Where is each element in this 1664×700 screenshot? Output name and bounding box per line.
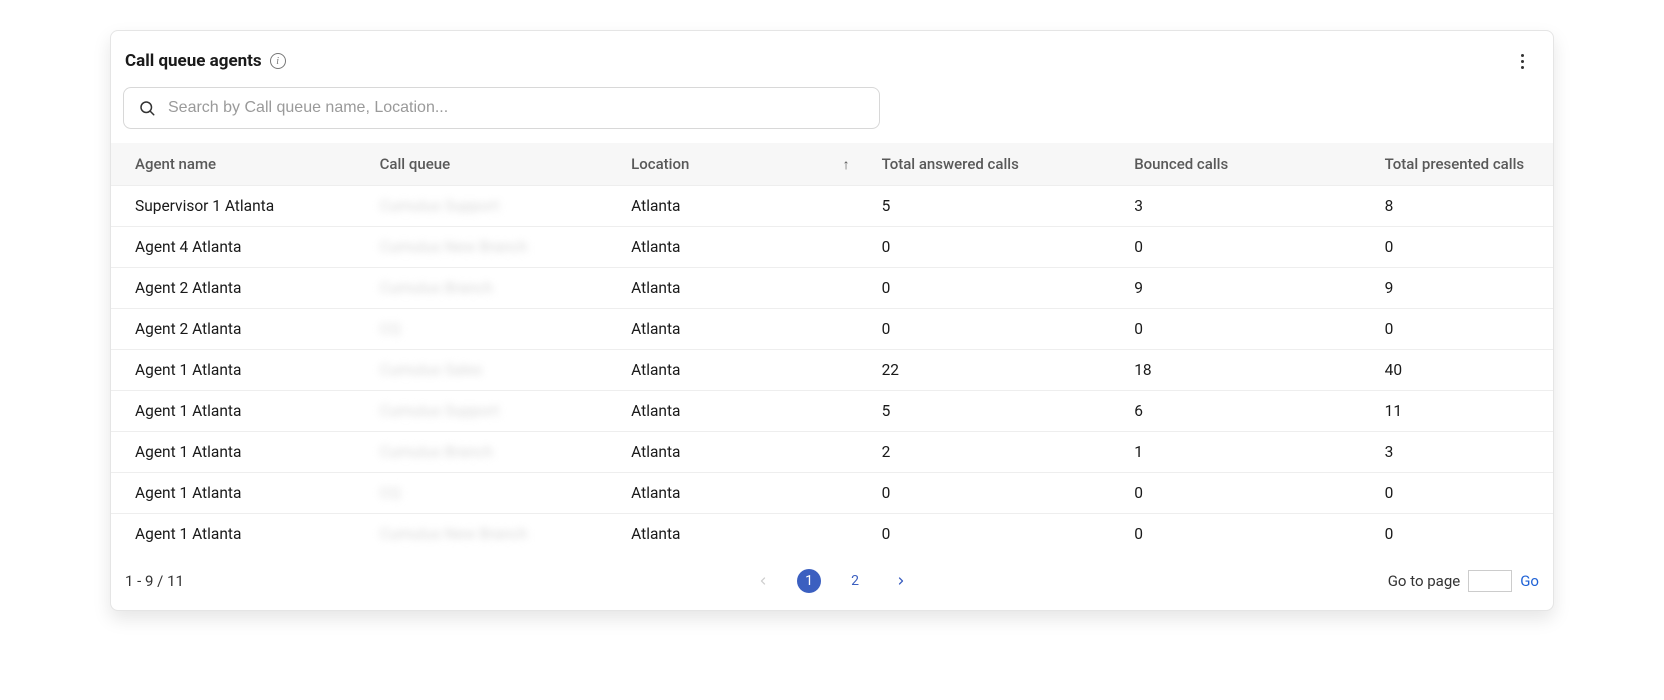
table-row[interactable]: Agent 1 AtlantaCumulus SupportAtlanta561… — [111, 391, 1553, 432]
cell-agent: Agent 1 Atlanta — [111, 350, 364, 391]
column-header-queue[interactable]: Call queue — [364, 143, 616, 186]
table-row[interactable]: Agent 1 AtlantaCumulus New BranchAtlanta… — [111, 514, 1553, 555]
table-header: Agent name Call queue Location ↑ Total a… — [111, 143, 1553, 186]
cell-answered: 0 — [866, 473, 1119, 514]
cell-bounced: 9 — [1118, 268, 1368, 309]
cell-queue: Cumulus Sales — [364, 350, 616, 391]
table-row[interactable]: Supervisor 1 AtlantaCumulus SupportAtlan… — [111, 186, 1553, 227]
cell-location: Atlanta — [615, 186, 865, 227]
cell-presented: 0 — [1369, 309, 1553, 350]
more-options-button[interactable] — [1515, 49, 1539, 73]
search-icon — [138, 99, 156, 117]
cell-agent: Supervisor 1 Atlanta — [111, 186, 364, 227]
goto-input[interactable] — [1468, 570, 1512, 592]
chevron-left-icon — [757, 575, 769, 587]
cell-agent: Agent 2 Atlanta — [111, 309, 364, 350]
cell-presented: 3 — [1369, 432, 1553, 473]
chevron-right-icon — [895, 575, 907, 587]
cell-agent: Agent 2 Atlanta — [111, 268, 364, 309]
cell-agent: Agent 4 Atlanta — [111, 227, 364, 268]
cell-agent: Agent 1 Atlanta — [111, 473, 364, 514]
cell-answered: 5 — [866, 186, 1119, 227]
cell-presented: 11 — [1369, 391, 1553, 432]
search-box[interactable] — [123, 87, 880, 129]
next-page-button[interactable] — [889, 569, 913, 593]
cell-answered: 0 — [866, 227, 1119, 268]
pagination-range: 1 - 9 / 11 — [125, 572, 184, 590]
title-wrap: Call queue agents i — [125, 51, 286, 71]
goto-button[interactable]: Go — [1520, 572, 1539, 590]
info-icon[interactable]: i — [270, 53, 286, 69]
cell-presented: 9 — [1369, 268, 1553, 309]
pager: 12 — [751, 569, 913, 593]
cell-location: Atlanta — [615, 309, 865, 350]
sort-asc-icon: ↑ — [843, 156, 850, 173]
table-row[interactable]: Agent 1 AtlantaCQAtlanta000 — [111, 473, 1553, 514]
table-row[interactable]: Agent 2 AtlantaCQAtlanta000 — [111, 309, 1553, 350]
cell-queue: Cumulus Support — [364, 391, 616, 432]
cell-presented: 0 — [1369, 227, 1553, 268]
cell-location: Atlanta — [615, 514, 865, 555]
cell-presented: 0 — [1369, 473, 1553, 514]
cell-bounced: 3 — [1118, 186, 1368, 227]
cell-location: Atlanta — [615, 227, 865, 268]
table-row[interactable]: Agent 4 AtlantaCumulus New BranchAtlanta… — [111, 227, 1553, 268]
column-header-bounced[interactable]: Bounced calls — [1118, 143, 1368, 186]
column-header-agent[interactable]: Agent name — [111, 143, 364, 186]
cell-location: Atlanta — [615, 268, 865, 309]
cell-bounced: 0 — [1118, 514, 1368, 555]
page-button-1[interactable]: 1 — [797, 569, 821, 593]
search-input[interactable] — [166, 98, 865, 118]
column-header-location[interactable]: Location ↑ — [615, 143, 865, 186]
cell-queue: Cumulus New Branch — [364, 514, 616, 555]
card-header: Call queue agents i — [111, 49, 1553, 73]
table-row[interactable]: Agent 1 AtlantaCumulus SalesAtlanta22184… — [111, 350, 1553, 391]
cell-presented: 40 — [1369, 350, 1553, 391]
page-list: 12 — [797, 569, 867, 593]
cell-location: Atlanta — [615, 432, 865, 473]
cell-agent: Agent 1 Atlanta — [111, 432, 364, 473]
cell-queue: Cumulus Branch — [364, 432, 616, 473]
agents-table: Agent name Call queue Location ↑ Total a… — [111, 143, 1553, 554]
cell-bounced: 1 — [1118, 432, 1368, 473]
table-body: Supervisor 1 AtlantaCumulus SupportAtlan… — [111, 186, 1553, 555]
goto-label: Go to page — [1388, 572, 1461, 590]
cell-answered: 2 — [866, 432, 1119, 473]
cell-queue: CQ — [364, 473, 616, 514]
cell-agent: Agent 1 Atlanta — [111, 514, 364, 555]
cell-queue: Cumulus New Branch — [364, 227, 616, 268]
cell-bounced: 0 — [1118, 227, 1368, 268]
cell-location: Atlanta — [615, 391, 865, 432]
column-header-presented[interactable]: Total presented calls — [1369, 143, 1553, 186]
cell-bounced: 6 — [1118, 391, 1368, 432]
card-title: Call queue agents — [125, 51, 262, 71]
cell-queue: Cumulus Support — [364, 186, 616, 227]
column-header-label: Location — [631, 155, 689, 173]
cell-bounced: 0 — [1118, 309, 1368, 350]
cell-answered: 5 — [866, 391, 1119, 432]
table-footer: 1 - 9 / 11 12 Go to page Go — [111, 554, 1553, 610]
cell-presented: 8 — [1369, 186, 1553, 227]
table-row[interactable]: Agent 2 AtlantaCumulus BranchAtlanta099 — [111, 268, 1553, 309]
search-row — [111, 73, 1553, 143]
cell-presented: 0 — [1369, 514, 1553, 555]
cell-answered: 0 — [866, 309, 1119, 350]
cell-bounced: 18 — [1118, 350, 1368, 391]
cell-answered: 0 — [866, 268, 1119, 309]
goto-page: Go to page Go — [1388, 570, 1539, 592]
cell-agent: Agent 1 Atlanta — [111, 391, 364, 432]
cell-answered: 0 — [866, 514, 1119, 555]
cell-answered: 22 — [866, 350, 1119, 391]
prev-page-button[interactable] — [751, 569, 775, 593]
table-row[interactable]: Agent 1 AtlantaCumulus BranchAtlanta213 — [111, 432, 1553, 473]
column-header-answered[interactable]: Total answered calls — [866, 143, 1119, 186]
cell-queue: CQ — [364, 309, 616, 350]
cell-bounced: 0 — [1118, 473, 1368, 514]
cell-queue: Cumulus Branch — [364, 268, 616, 309]
cell-location: Atlanta — [615, 473, 865, 514]
cell-location: Atlanta — [615, 350, 865, 391]
call-queue-agents-card: Call queue agents i Agent name Call queu… — [110, 30, 1554, 611]
page-button-2[interactable]: 2 — [843, 569, 867, 593]
